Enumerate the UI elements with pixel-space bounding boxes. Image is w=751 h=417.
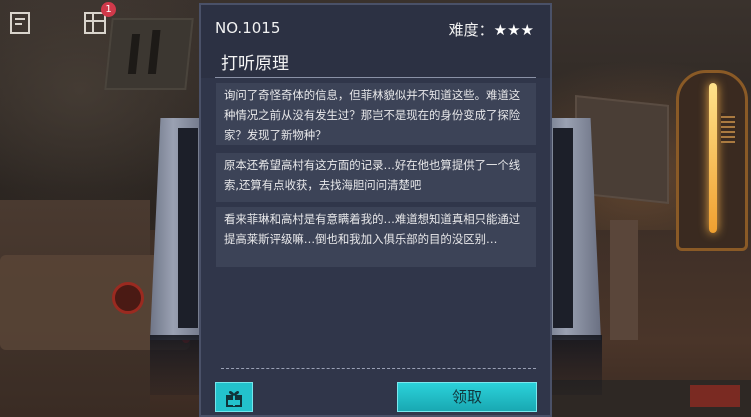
clue-entry: 看来菲琳和高村是有意瞒着我的…难道想知道真相只能通过提高莱斯评级嘛…倒也和我加入… — [216, 207, 536, 267]
jukebox — [676, 70, 748, 251]
task-number: NO.1015 — [215, 19, 281, 37]
wall-poster — [104, 18, 194, 90]
clue-entry: 询问了奇怪奇体的信息，但菲林貌似并不知道这些。难道这种情况之前从没有发生过？那岂… — [216, 83, 536, 145]
red-crate — [690, 385, 740, 407]
clue-entry: 原本还希望高村有这方面的记录…好在他也算提供了一个线索,还算有点收获，去找海胆问… — [216, 153, 536, 202]
task-card: NO.1015 难度：★★★ 打听原理 询问了奇怪奇体的信息，但菲林貌似并不知道… — [199, 3, 552, 417]
task-title: 打听原理 — [221, 54, 289, 74]
header-divider — [215, 77, 536, 78]
notification-badge: 1 — [101, 2, 116, 17]
difficulty-stars: ★★★ — [493, 21, 534, 39]
difficulty-label: 难度： — [448, 21, 494, 39]
red-emblem — [112, 282, 144, 314]
gift-icon — [226, 391, 242, 407]
stand — [610, 220, 638, 340]
difficulty-rating: 难度：★★★ — [449, 19, 534, 40]
footer-divider — [221, 368, 536, 369]
jukebox-grille — [721, 113, 735, 143]
right-frame-inner — [553, 128, 573, 328]
jukebox-light — [709, 83, 717, 233]
left-frame-inner — [178, 128, 198, 328]
claim-button[interactable]: 领取 — [397, 382, 537, 412]
gift-button[interactable] — [215, 382, 253, 412]
notebook-icon[interactable] — [7, 10, 33, 36]
